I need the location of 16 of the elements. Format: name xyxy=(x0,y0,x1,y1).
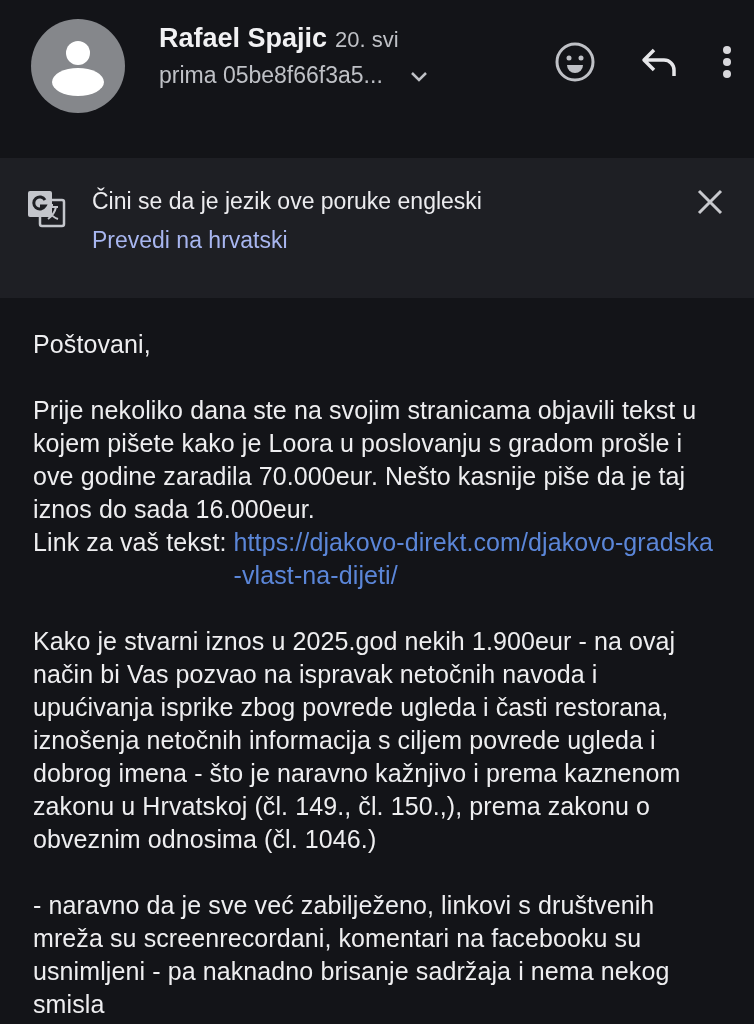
link-label: Link za vaš tekst: xyxy=(33,527,227,558)
recipient-line: prima 05be8f66f3a5... xyxy=(159,62,383,89)
paragraph: - naravno da je sve već zabilježeno, linkovi s društvenih mreža su screenrecordani, komentari na facebooku su usnimljeni - pa naknadno brisanje sadržaja i nema nekog smisla xyxy=(33,890,671,1020)
translate-icon xyxy=(26,188,66,228)
sender-name: Rafael Spajic xyxy=(159,23,328,54)
close-button[interactable] xyxy=(696,188,724,216)
message-date: 20. svi xyxy=(335,27,399,53)
more-options-button[interactable] xyxy=(722,45,732,79)
emoji-button[interactable] xyxy=(554,41,596,83)
reply-button[interactable] xyxy=(640,46,678,78)
paragraph: Kako je stvarni iznos u 2025.god nekih 1.900eur - na ovaj način bi Vas pozvao na ispravak netočnih navoda i upućivanja isprike zbog povrede ugleda i časti restorana, iznošenja netočnih informacija s ciljem povrede ugleda i dobrog imena - što je naravno kažnjivo i prema kaznenom zakonu u Hrvatskoj (čl. 149., čl. 150.,), prema zakonu o obveznim odnosima (čl. 1046.) xyxy=(33,626,682,855)
paragraph: Poštovani, xyxy=(33,329,152,360)
article-link[interactable]: https://djakovo-direkt.com/djakovo-gradska-vlast-na-dijeti/ xyxy=(233,526,721,592)
translate-message: Čini se da je jezik ove poruke engleski xyxy=(92,188,483,215)
paragraph: Prije nekoliko dana ste na svojim stranicama objavili tekst u kojem pišete kako je Loora u poslovanju s gradom prošle i ove godine zaradila 70.000eur. Nešto kasnije piše da je taj iznos do sada 16.000eur. xyxy=(33,395,698,525)
translate-link[interactable]: Prevedi na hrvatski xyxy=(92,227,288,254)
